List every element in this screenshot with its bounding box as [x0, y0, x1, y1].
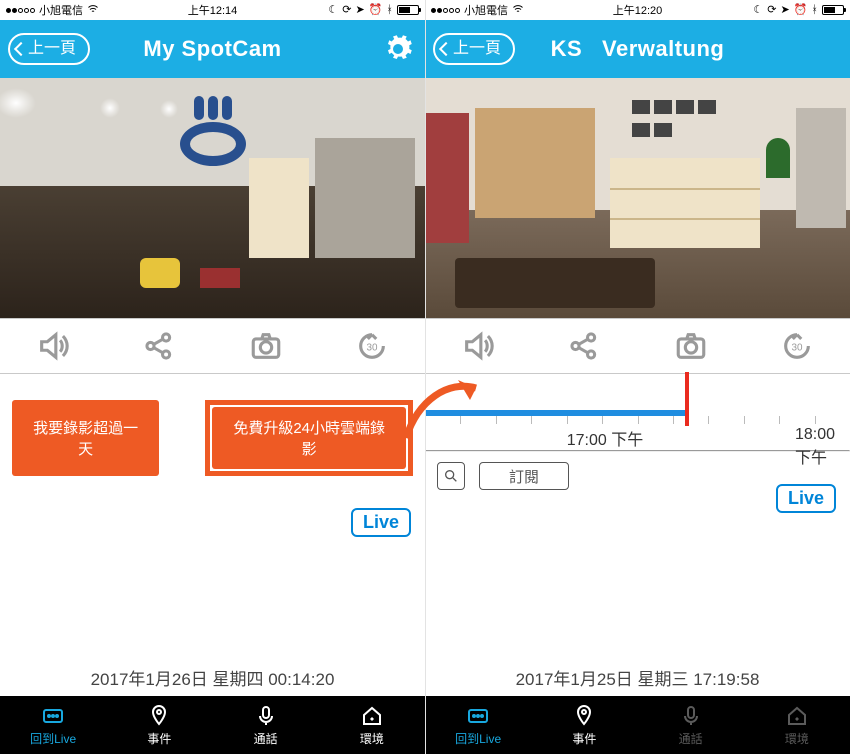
signal-dots-icon	[431, 8, 460, 13]
gear-icon	[383, 34, 413, 64]
lock-icon: ⟳	[767, 5, 776, 16]
speaker-icon	[461, 329, 495, 363]
tick-label: 18:00 下午	[795, 426, 835, 468]
location-icon: ➤	[355, 5, 364, 16]
back-label: 上一頁	[28, 40, 76, 57]
share-button[interactable]	[106, 319, 212, 373]
snapshot-button[interactable]	[213, 319, 319, 373]
home-icon	[785, 704, 809, 728]
upgrade-cloud-button[interactable]: 免費升級24小時雲端錄影	[212, 407, 406, 469]
status-bar: 小旭電信 上午12:14 ☾ ⟳ ➤ ⏰ ᚼ	[0, 0, 425, 20]
rewind-30-icon: 30	[780, 329, 814, 363]
nav-bar: 上一頁 KS Verwaltung	[425, 20, 850, 78]
search-icon	[443, 468, 459, 484]
subscribe-label: 訂閱	[509, 469, 539, 486]
nav-bar: 上一頁 My SpotCam	[0, 20, 425, 78]
mic-icon	[254, 704, 278, 728]
record-more-label: 我要錄影超過一天	[33, 420, 138, 458]
tab-call[interactable]: 通話	[213, 696, 319, 754]
speaker-icon	[36, 329, 70, 363]
camera-view[interactable]	[425, 78, 850, 318]
timestamp-label: 2017年1月25日 星期三 17:19:58	[425, 665, 850, 690]
battery-icon	[397, 5, 419, 15]
live-badge[interactable]: Live	[776, 484, 836, 513]
camera-icon	[674, 329, 708, 363]
wifi-icon	[87, 3, 99, 18]
svg-text:30: 30	[791, 342, 803, 353]
rewind-30-button[interactable]: 30	[744, 319, 850, 373]
tab-live[interactable]: 回到Live	[0, 696, 106, 754]
moon-icon: ☾	[328, 5, 338, 16]
mic-icon	[679, 704, 703, 728]
tab-label: 事件	[147, 730, 171, 747]
tab-environment[interactable]: 環境	[319, 696, 425, 754]
timeline-recorded-segment	[425, 410, 685, 416]
promo-highlight: 免費升級24小時雲端錄影	[205, 400, 413, 476]
signal-dots-icon	[6, 8, 35, 13]
timestamp-label: 2017年1月26日 星期四 00:14:20	[0, 665, 425, 690]
share-icon	[567, 329, 601, 363]
action-row: 30	[425, 318, 850, 374]
svg-text:30: 30	[366, 342, 378, 353]
tab-environment: 環境	[744, 696, 850, 754]
rewind-30-icon: 30	[355, 329, 389, 363]
clock-label: 上午12:14	[188, 2, 238, 18]
bluetooth-icon: ᚼ	[386, 5, 393, 16]
status-bar: 小旭電信 上午12:20 ☾ ⟳ ➤ ⏰ ᚼ	[425, 0, 850, 20]
carrier-label: 小旭電信	[464, 2, 508, 18]
record-more-button[interactable]: 我要錄影超過一天	[12, 400, 159, 476]
timeline[interactable]	[425, 376, 850, 424]
wifi-icon	[512, 3, 524, 18]
live-badge[interactable]: Live	[351, 508, 411, 537]
tab-label: 事件	[572, 730, 596, 747]
speaker-button[interactable]	[425, 319, 531, 373]
battery-icon	[822, 5, 844, 15]
live-icon	[466, 704, 490, 728]
tick-label: 17:00 下午	[567, 426, 644, 450]
tab-bar: 回到Live 事件 通話 環境	[0, 696, 425, 754]
back-label: 上一頁	[453, 40, 501, 57]
clock-label: 上午12:20	[613, 2, 663, 18]
location-icon: ➤	[780, 5, 789, 16]
upgrade-cloud-label: 免費升級24小時雲端錄影	[233, 420, 385, 458]
tab-label: 通話	[679, 730, 703, 747]
tab-label: 通話	[254, 730, 278, 747]
tab-call: 通話	[638, 696, 744, 754]
live-icon	[41, 704, 65, 728]
bluetooth-icon: ᚼ	[811, 5, 818, 16]
pin-icon	[572, 704, 596, 728]
back-button[interactable]: 上一頁	[8, 33, 90, 65]
rewind-30-button[interactable]: 30	[319, 319, 425, 373]
page-title: KS Verwaltung	[551, 36, 725, 62]
camera-icon	[249, 329, 283, 363]
tab-label: 回到Live	[30, 730, 76, 747]
share-icon	[142, 329, 176, 363]
subscribe-button[interactable]: 訂閱	[479, 462, 569, 490]
carrier-label: 小旭電信	[39, 2, 83, 18]
share-button[interactable]	[531, 319, 637, 373]
alarm-icon: ⏰	[369, 5, 383, 16]
lock-icon: ⟳	[342, 5, 351, 16]
tab-label: 回到Live	[455, 730, 501, 747]
back-button[interactable]: 上一頁	[433, 33, 515, 65]
tab-live[interactable]: 回到Live	[425, 696, 531, 754]
alarm-icon: ⏰	[794, 5, 808, 16]
action-row: 30	[0, 318, 425, 374]
tab-bar: 回到Live 事件 通話 環境	[425, 696, 850, 754]
speaker-button[interactable]	[0, 319, 106, 373]
page-title: My SpotCam	[143, 36, 281, 62]
search-button[interactable]	[437, 462, 465, 490]
moon-icon: ☾	[753, 5, 763, 16]
pin-icon	[147, 704, 171, 728]
settings-button[interactable]	[383, 34, 413, 64]
home-icon	[360, 704, 384, 728]
tab-events[interactable]: 事件	[531, 696, 637, 754]
tab-events[interactable]: 事件	[106, 696, 212, 754]
snapshot-button[interactable]	[638, 319, 744, 373]
tab-label: 環境	[360, 730, 384, 747]
tab-label: 環境	[785, 730, 809, 747]
camera-view[interactable]	[0, 78, 425, 318]
timeline-cursor[interactable]	[685, 372, 689, 426]
